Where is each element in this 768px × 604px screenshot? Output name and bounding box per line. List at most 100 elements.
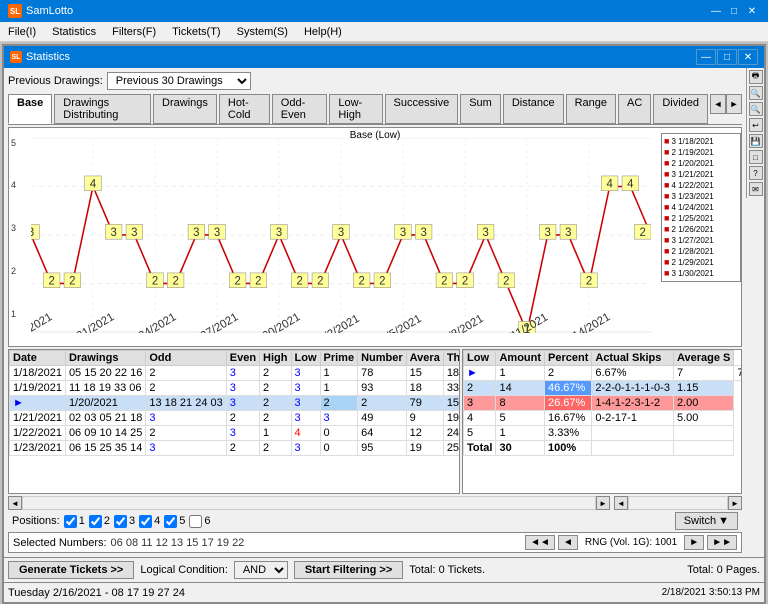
table-row[interactable]: 3 8 26.67% 1-4-1-2-3-1-2 2.00 xyxy=(464,396,743,411)
tab-low-high[interactable]: Low-High xyxy=(329,94,382,124)
switch-arrow-icon: ▼ xyxy=(718,515,729,527)
nav-next-btn[interactable]: ► xyxy=(684,535,704,550)
pos-3-checkbox[interactable] xyxy=(114,515,127,528)
scroll-track[interactable] xyxy=(22,496,596,510)
tab-hot-cold[interactable]: Hot-Cold xyxy=(219,94,270,124)
table-row[interactable]: ► 1/20/2021 13 18 21 24 03 3 2 3 2 2 79 … xyxy=(10,396,461,411)
scroll-right2-btn[interactable]: ► xyxy=(728,496,742,510)
pos-2-checkbox[interactable] xyxy=(89,515,102,528)
zoom-in-button[interactable]: 🔍 xyxy=(749,86,763,100)
help-button[interactable]: ? xyxy=(749,166,763,180)
table-row[interactable]: 1/19/2021 11 18 19 33 06 2 3 2 3 1 93 18… xyxy=(10,381,461,396)
pos-2-label: 2 xyxy=(89,515,110,528)
cell-amount: 14 xyxy=(496,381,545,396)
col-high: High xyxy=(260,351,291,366)
table-row[interactable]: 1/21/2021 02 03 05 21 18 3 2 2 3 3 49 9 … xyxy=(10,411,461,426)
tab-sum[interactable]: Sum xyxy=(460,94,501,124)
tab-divided[interactable]: Divided xyxy=(653,94,708,124)
tab-odd-even[interactable]: Odd-Even xyxy=(272,94,328,124)
col-date: Date xyxy=(10,351,66,366)
mail-button[interactable]: ✉ xyxy=(749,182,763,196)
start-filtering-button[interactable]: Start Filtering >> xyxy=(294,561,403,579)
scroll-track2[interactable] xyxy=(628,496,728,510)
nav-prev-btn[interactable]: ◄ xyxy=(558,535,578,550)
cell-low: 3 xyxy=(291,381,320,396)
right-data-table[interactable]: Low Amount Percent Actual Skips Average … xyxy=(462,349,742,494)
tab-range[interactable]: Range xyxy=(566,94,616,124)
cell-odd: 3 xyxy=(146,441,226,456)
left-data-table[interactable]: Date Drawings Odd Even High Low Prime Nu… xyxy=(8,349,460,494)
pos-1-checkbox[interactable] xyxy=(64,515,77,528)
cell-odd: 2 xyxy=(146,426,226,441)
stats-maximize-btn[interactable]: □ xyxy=(717,49,737,65)
table-row[interactable]: 4 5 16.67% 0-2-17-1 5.00 xyxy=(464,411,743,426)
svg-text:2: 2 xyxy=(640,227,646,239)
menu-filters[interactable]: Filters(F) xyxy=(104,22,164,41)
stats-icon: SL xyxy=(10,51,22,63)
prev-drawings-select[interactable]: Previous 30 Drawings Previous 50 Drawing… xyxy=(107,72,251,90)
table-row[interactable]: 1/23/2021 06 15 25 35 14 3 2 2 3 0 95 19… xyxy=(10,441,461,456)
menu-tickets[interactable]: Tickets(T) xyxy=(164,22,228,41)
nav-forward-btn[interactable]: ►► xyxy=(707,535,737,550)
logic-condition-label: Logical Condition: xyxy=(140,564,227,576)
content-area: Previous Drawings: Previous 30 Drawings … xyxy=(4,68,764,557)
maximize-button[interactable]: □ xyxy=(726,3,742,19)
pos-6-checkbox[interactable] xyxy=(189,515,202,528)
menu-help[interactable]: Help(H) xyxy=(296,22,350,41)
save-button[interactable]: 💾 xyxy=(749,134,763,148)
tab-drawings-distributing[interactable]: Drawings Distributing xyxy=(54,94,151,124)
nav-back-btn[interactable]: ◄◄ xyxy=(525,535,555,550)
scroll-right-btn[interactable]: ► xyxy=(596,496,610,510)
scroll-left2-btn[interactable]: ◄ xyxy=(614,496,628,510)
pos-5-checkbox[interactable] xyxy=(164,515,177,528)
table-row-total[interactable]: Total 30 100% xyxy=(464,441,743,456)
table-row[interactable]: 1/18/2021 05 15 20 22 16 2 3 2 3 1 78 15… xyxy=(10,366,461,381)
svg-text:3: 3 xyxy=(31,227,34,239)
stats-minimize-btn[interactable]: — xyxy=(696,49,716,65)
cell-avera: 19 xyxy=(406,441,443,456)
svg-text:2: 2 xyxy=(255,275,261,287)
table-row[interactable]: 2 14 46.67% 2-2-0-1-1-1-0-3 1.15 xyxy=(464,381,743,396)
menu-file[interactable]: File(I) xyxy=(0,22,44,41)
cell-prime: 0 xyxy=(320,441,358,456)
tab-distance[interactable]: Distance xyxy=(503,94,564,124)
col-avg-s: Average S xyxy=(673,351,733,366)
minimize-button[interactable]: — xyxy=(708,3,724,19)
cell-total-avg xyxy=(673,441,733,456)
svg-text:2: 2 xyxy=(503,275,509,287)
table-row[interactable]: 1/22/2021 06 09 10 14 25 2 3 1 4 0 64 12… xyxy=(10,426,461,441)
legend-item: ■3 1/27/2021 xyxy=(664,235,738,245)
table-row[interactable]: 5 1 3.33% xyxy=(464,426,743,441)
tab-drawings[interactable]: Drawings xyxy=(153,94,217,124)
pos-4-checkbox[interactable] xyxy=(139,515,152,528)
cell-arrow: ► xyxy=(10,396,66,411)
logic-condition-select[interactable]: AND OR xyxy=(234,561,288,579)
svg-text:1/27/2021: 1/27/2021 xyxy=(191,311,241,333)
cell-the-l: 33 xyxy=(443,381,460,396)
cell-number: 64 xyxy=(358,426,407,441)
tab-prev-btn[interactable]: ◄ xyxy=(710,94,726,114)
tab-successive[interactable]: Successive xyxy=(385,94,459,124)
cell-low-val: 4 xyxy=(464,411,496,426)
tab-next-btn[interactable]: ► xyxy=(726,94,742,114)
cell-the-l: 24 xyxy=(443,426,460,441)
menu-system[interactable]: System(S) xyxy=(229,22,296,41)
legend-item: ■4 1/22/2021 xyxy=(664,180,738,190)
table-row[interactable]: ► 1 2 6.67% 7 7.00 xyxy=(464,366,743,381)
cell-avera: 15 xyxy=(443,396,460,411)
close-button[interactable]: ✕ xyxy=(744,3,760,19)
menu-statistics[interactable]: Statistics xyxy=(44,22,104,41)
tab-ac[interactable]: AC xyxy=(618,94,651,124)
switch-button[interactable]: Switch ▼ xyxy=(675,512,738,530)
cell-prime: 2 xyxy=(358,396,407,411)
col-avera: Avera xyxy=(406,351,443,366)
tab-base[interactable]: Base xyxy=(8,94,52,124)
generate-tickets-button[interactable]: Generate Tickets >> xyxy=(8,561,134,579)
print-button[interactable]: 🖶 xyxy=(749,70,763,84)
scroll-left-btn[interactable]: ◄ xyxy=(8,496,22,510)
zoom-out-button[interactable]: 🔍 xyxy=(749,102,763,116)
cell-amount: 1 xyxy=(496,426,545,441)
undo-button[interactable]: ↩ xyxy=(749,118,763,132)
stats-close-btn[interactable]: ✕ xyxy=(738,49,758,65)
window-button[interactable]: □ xyxy=(749,150,763,164)
